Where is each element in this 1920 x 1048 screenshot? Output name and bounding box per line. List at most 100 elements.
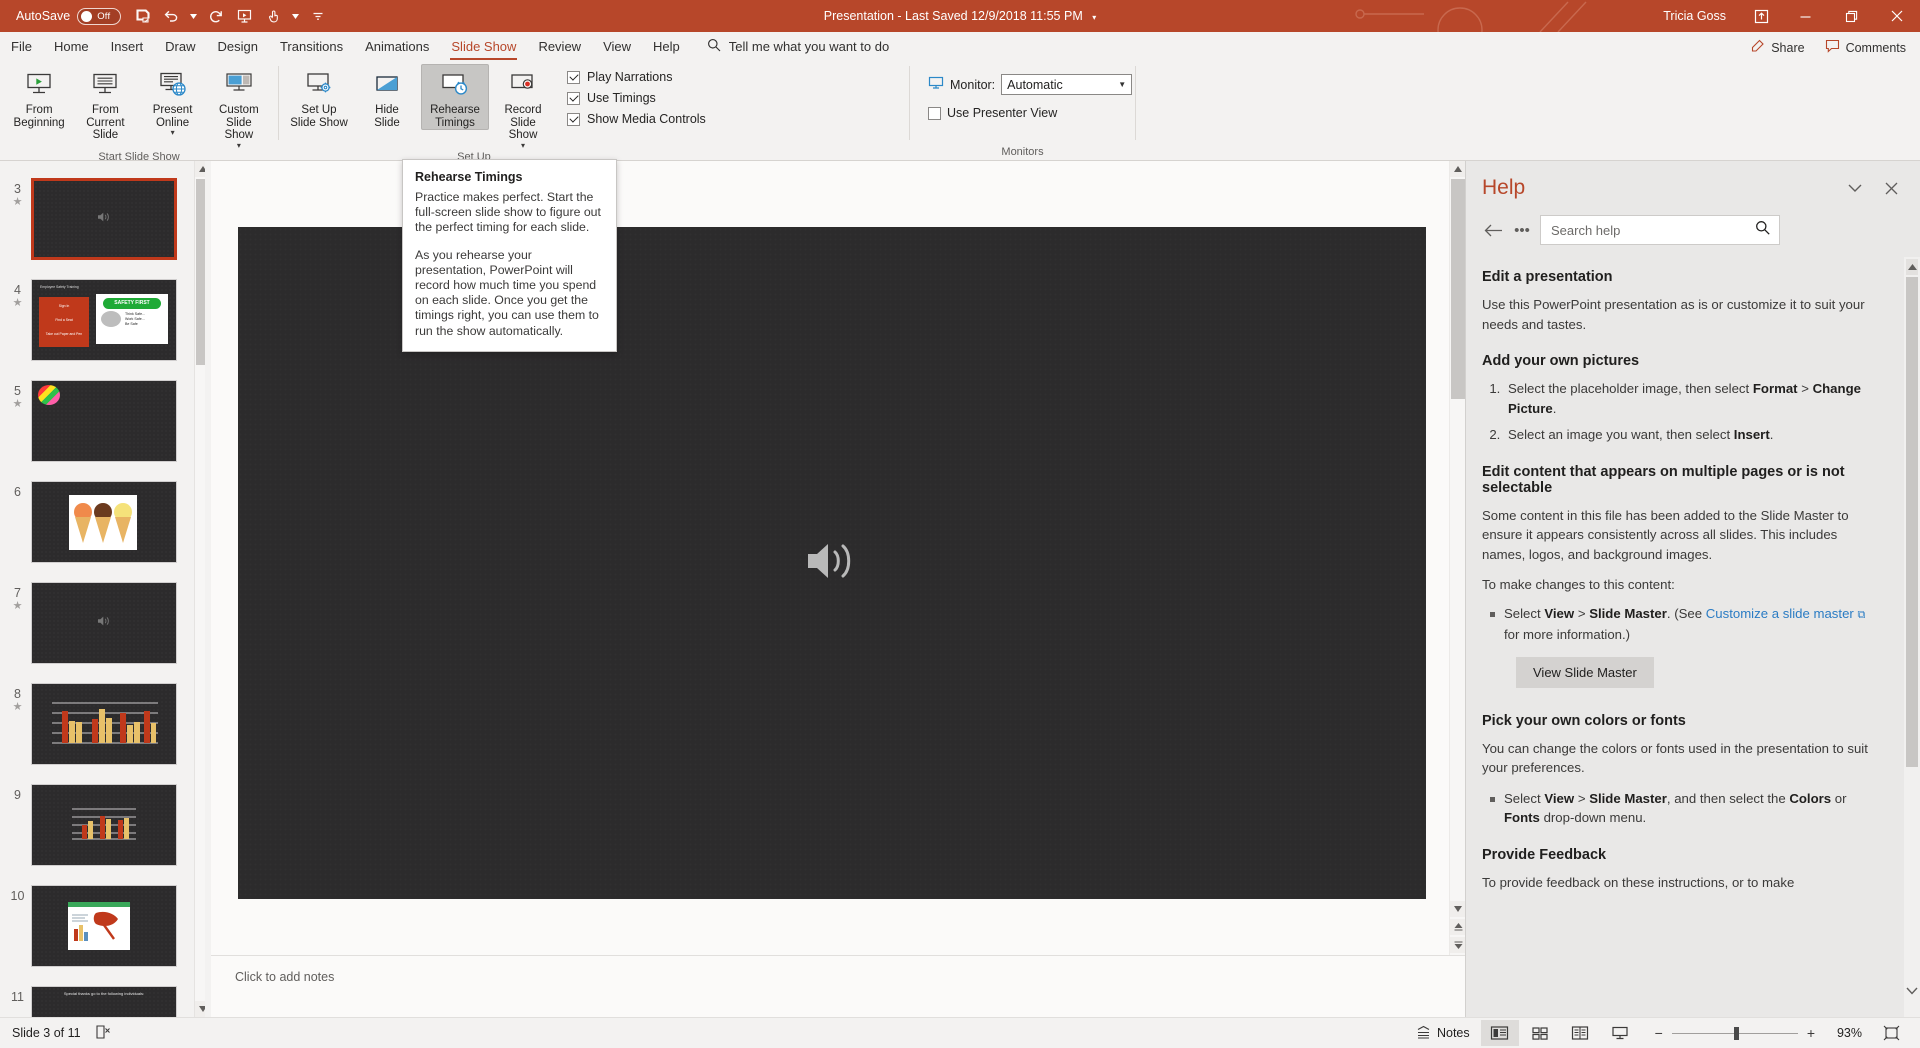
slide-thumb[interactable]: Employee Safety Training Sign In Find a … <box>31 279 177 361</box>
slide-thumb[interactable] <box>31 582 177 664</box>
scrollbar-thumb[interactable] <box>1906 277 1918 767</box>
scrollbar-thumb[interactable] <box>1451 179 1465 399</box>
next-slide-icon[interactable] <box>1450 937 1466 953</box>
comments-button[interactable]: Comments <box>1825 39 1906 56</box>
close-button[interactable] <box>1874 0 1920 32</box>
tab-slide-show[interactable]: Slide Show <box>440 33 527 60</box>
zoom-in-button[interactable]: + <box>1807 1025 1815 1041</box>
help-pane[interactable]: Help ••• Edit a pres <box>1465 161 1920 1017</box>
tab-draw[interactable]: Draw <box>154 33 206 60</box>
custom-slide-show-button[interactable]: Custom Slide Show ▾ <box>206 64 272 150</box>
view-slide-master-button[interactable]: View Slide Master <box>1516 656 1654 688</box>
scroll-up-arrow-icon[interactable] <box>1906 259 1918 275</box>
zoom-slider[interactable] <box>1671 1026 1798 1040</box>
share-button[interactable]: Share <box>1751 39 1805 56</box>
slide-thumbnail-7[interactable]: 7 ★ <box>0 582 210 664</box>
tab-review[interactable]: Review <box>527 33 592 60</box>
tab-transitions[interactable]: Transitions <box>269 33 354 60</box>
title-dropdown-icon[interactable]: ▾ <box>1092 13 1096 22</box>
use-presenter-view-checkbox[interactable]: Use Presenter View <box>928 106 1132 120</box>
slide-thumbnail-5[interactable]: 5 ★ <box>0 380 210 462</box>
tab-home[interactable]: Home <box>43 33 100 60</box>
zoom-control[interactable]: − + 93% <box>1641 1025 1870 1041</box>
search-input[interactable] <box>1551 222 1755 238</box>
from-beginning-button[interactable]: From Beginning <box>6 64 72 130</box>
present-online-dropdown-icon[interactable]: ▾ <box>171 129 175 137</box>
slide-thumb[interactable] <box>31 178 177 260</box>
undo-icon[interactable] <box>158 3 185 29</box>
slide-thumb[interactable] <box>31 784 177 866</box>
redo-icon[interactable] <box>202 3 229 29</box>
tab-animations[interactable]: Animations <box>354 33 440 60</box>
slide-thumbnail-9[interactable]: 9 <box>0 784 210 866</box>
slide-thumbnail-10[interactable]: 10 <box>0 885 210 967</box>
scroll-down-arrow-icon[interactable] <box>1450 901 1466 917</box>
tab-design[interactable]: Design <box>207 33 269 60</box>
slide-count-label[interactable]: Slide 3 of 11 <box>12 1026 81 1040</box>
play-narrations-checkbox[interactable]: Play Narrations <box>567 70 706 84</box>
tell-me-search[interactable]: Tell me what you want to do <box>707 33 889 60</box>
slide-thumbnail-4[interactable]: 4 ★ Employee Safety Training Sign In Fin… <box>0 279 210 361</box>
tab-view[interactable]: View <box>592 33 642 60</box>
slide-thumb[interactable] <box>31 683 177 765</box>
tab-file[interactable]: File <box>0 33 43 60</box>
autosave-switch[interactable]: Off <box>77 7 122 25</box>
slide-thumbnail-8[interactable]: 8 ★ <box>0 683 210 765</box>
minimize-button[interactable] <box>1782 0 1828 32</box>
slide-sorter-view-button[interactable] <box>1521 1020 1559 1046</box>
slide-thumbnail-6[interactable]: 6 <box>0 481 210 563</box>
accessibility-checker-icon[interactable] <box>95 1024 111 1043</box>
use-timings-checkbox[interactable]: Use Timings <box>567 91 706 105</box>
help-scrollbar[interactable] <box>1904 257 1920 1017</box>
zoom-level-label[interactable]: 93% <box>1824 1026 1862 1040</box>
set-up-slide-show-button[interactable]: Set Up Slide Show <box>285 64 353 130</box>
slide-thumb[interactable]: Special thanks go to the following indiv… <box>31 986 177 1017</box>
tab-help[interactable]: Help <box>642 33 691 60</box>
more-options-icon[interactable]: ••• <box>1512 219 1532 241</box>
search-icon[interactable] <box>1755 220 1771 241</box>
ribbon-display-options-icon[interactable] <box>1740 0 1782 32</box>
scroll-up-arrow-icon[interactable] <box>1450 161 1466 177</box>
zoom-slider-handle[interactable] <box>1733 1026 1739 1040</box>
tab-insert[interactable]: Insert <box>100 33 155 60</box>
back-arrow-icon[interactable] <box>1482 219 1504 241</box>
touch-mode-dropdown-icon[interactable] <box>289 3 302 29</box>
record-slide-show-dropdown-icon[interactable]: ▾ <box>521 141 525 149</box>
customize-slide-master-link[interactable]: Customize a slide master <box>1706 606 1854 621</box>
reading-view-button[interactable] <box>1561 1020 1599 1046</box>
slide-thumb[interactable] <box>31 481 177 563</box>
present-online-button[interactable]: Present Online ▾ <box>139 64 205 137</box>
touch-mode-icon[interactable] <box>260 3 287 29</box>
rehearse-timings-button[interactable]: Rehearse Timings <box>421 64 489 130</box>
notes-pane[interactable]: Click to add notes <box>211 955 1465 1017</box>
slide-thumbnail-11[interactable]: 11 Special thanks go to the following in… <box>0 986 210 1017</box>
audio-speaker-icon[interactable] <box>804 538 860 589</box>
from-current-slide-button[interactable]: From Current Slide <box>72 64 138 143</box>
slide-show-button[interactable] <box>1601 1020 1639 1046</box>
notes-button[interactable]: Notes <box>1407 1020 1479 1046</box>
close-icon[interactable] <box>1880 177 1902 199</box>
customize-quick-access-toolbar-icon[interactable] <box>304 3 331 29</box>
slide-thumb[interactable] <box>31 885 177 967</box>
slide-thumb[interactable] <box>31 380 177 462</box>
chevron-down-icon[interactable] <box>1844 177 1866 199</box>
undo-dropdown-icon[interactable] <box>187 3 200 29</box>
fit-slide-to-window-icon[interactable] <box>1872 1020 1910 1046</box>
custom-slide-show-dropdown-icon[interactable]: ▾ <box>237 141 241 149</box>
normal-view-button[interactable] <box>1480 1020 1519 1046</box>
autosave-toggle[interactable]: AutoSave Off <box>10 4 127 28</box>
slide-thumbnail-pane[interactable]: 3 ★ 4 ★ Employee Safety Training Sign In… <box>0 161 210 1017</box>
hide-slide-button[interactable]: Hide Slide <box>353 64 421 130</box>
previous-slide-icon[interactable] <box>1450 919 1466 935</box>
help-search-box[interactable] <box>1540 215 1780 245</box>
show-media-controls-checkbox[interactable]: Show Media Controls <box>567 112 706 126</box>
slide-editing-area[interactable]: Click to add notes <box>211 161 1466 1017</box>
save-icon[interactable] <box>129 3 156 29</box>
restore-button[interactable] <box>1828 0 1874 32</box>
slide-thumbnail-3[interactable]: 3 ★ <box>0 178 210 260</box>
start-from-beginning-icon[interactable] <box>231 3 258 29</box>
scroll-down-arrow-icon[interactable] <box>1906 983 1918 999</box>
monitor-select[interactable]: Automatic ▼ <box>1001 74 1133 95</box>
zoom-out-button[interactable]: − <box>1655 1025 1663 1041</box>
record-slide-show-button[interactable]: Record Slide Show ▾ <box>489 64 557 150</box>
